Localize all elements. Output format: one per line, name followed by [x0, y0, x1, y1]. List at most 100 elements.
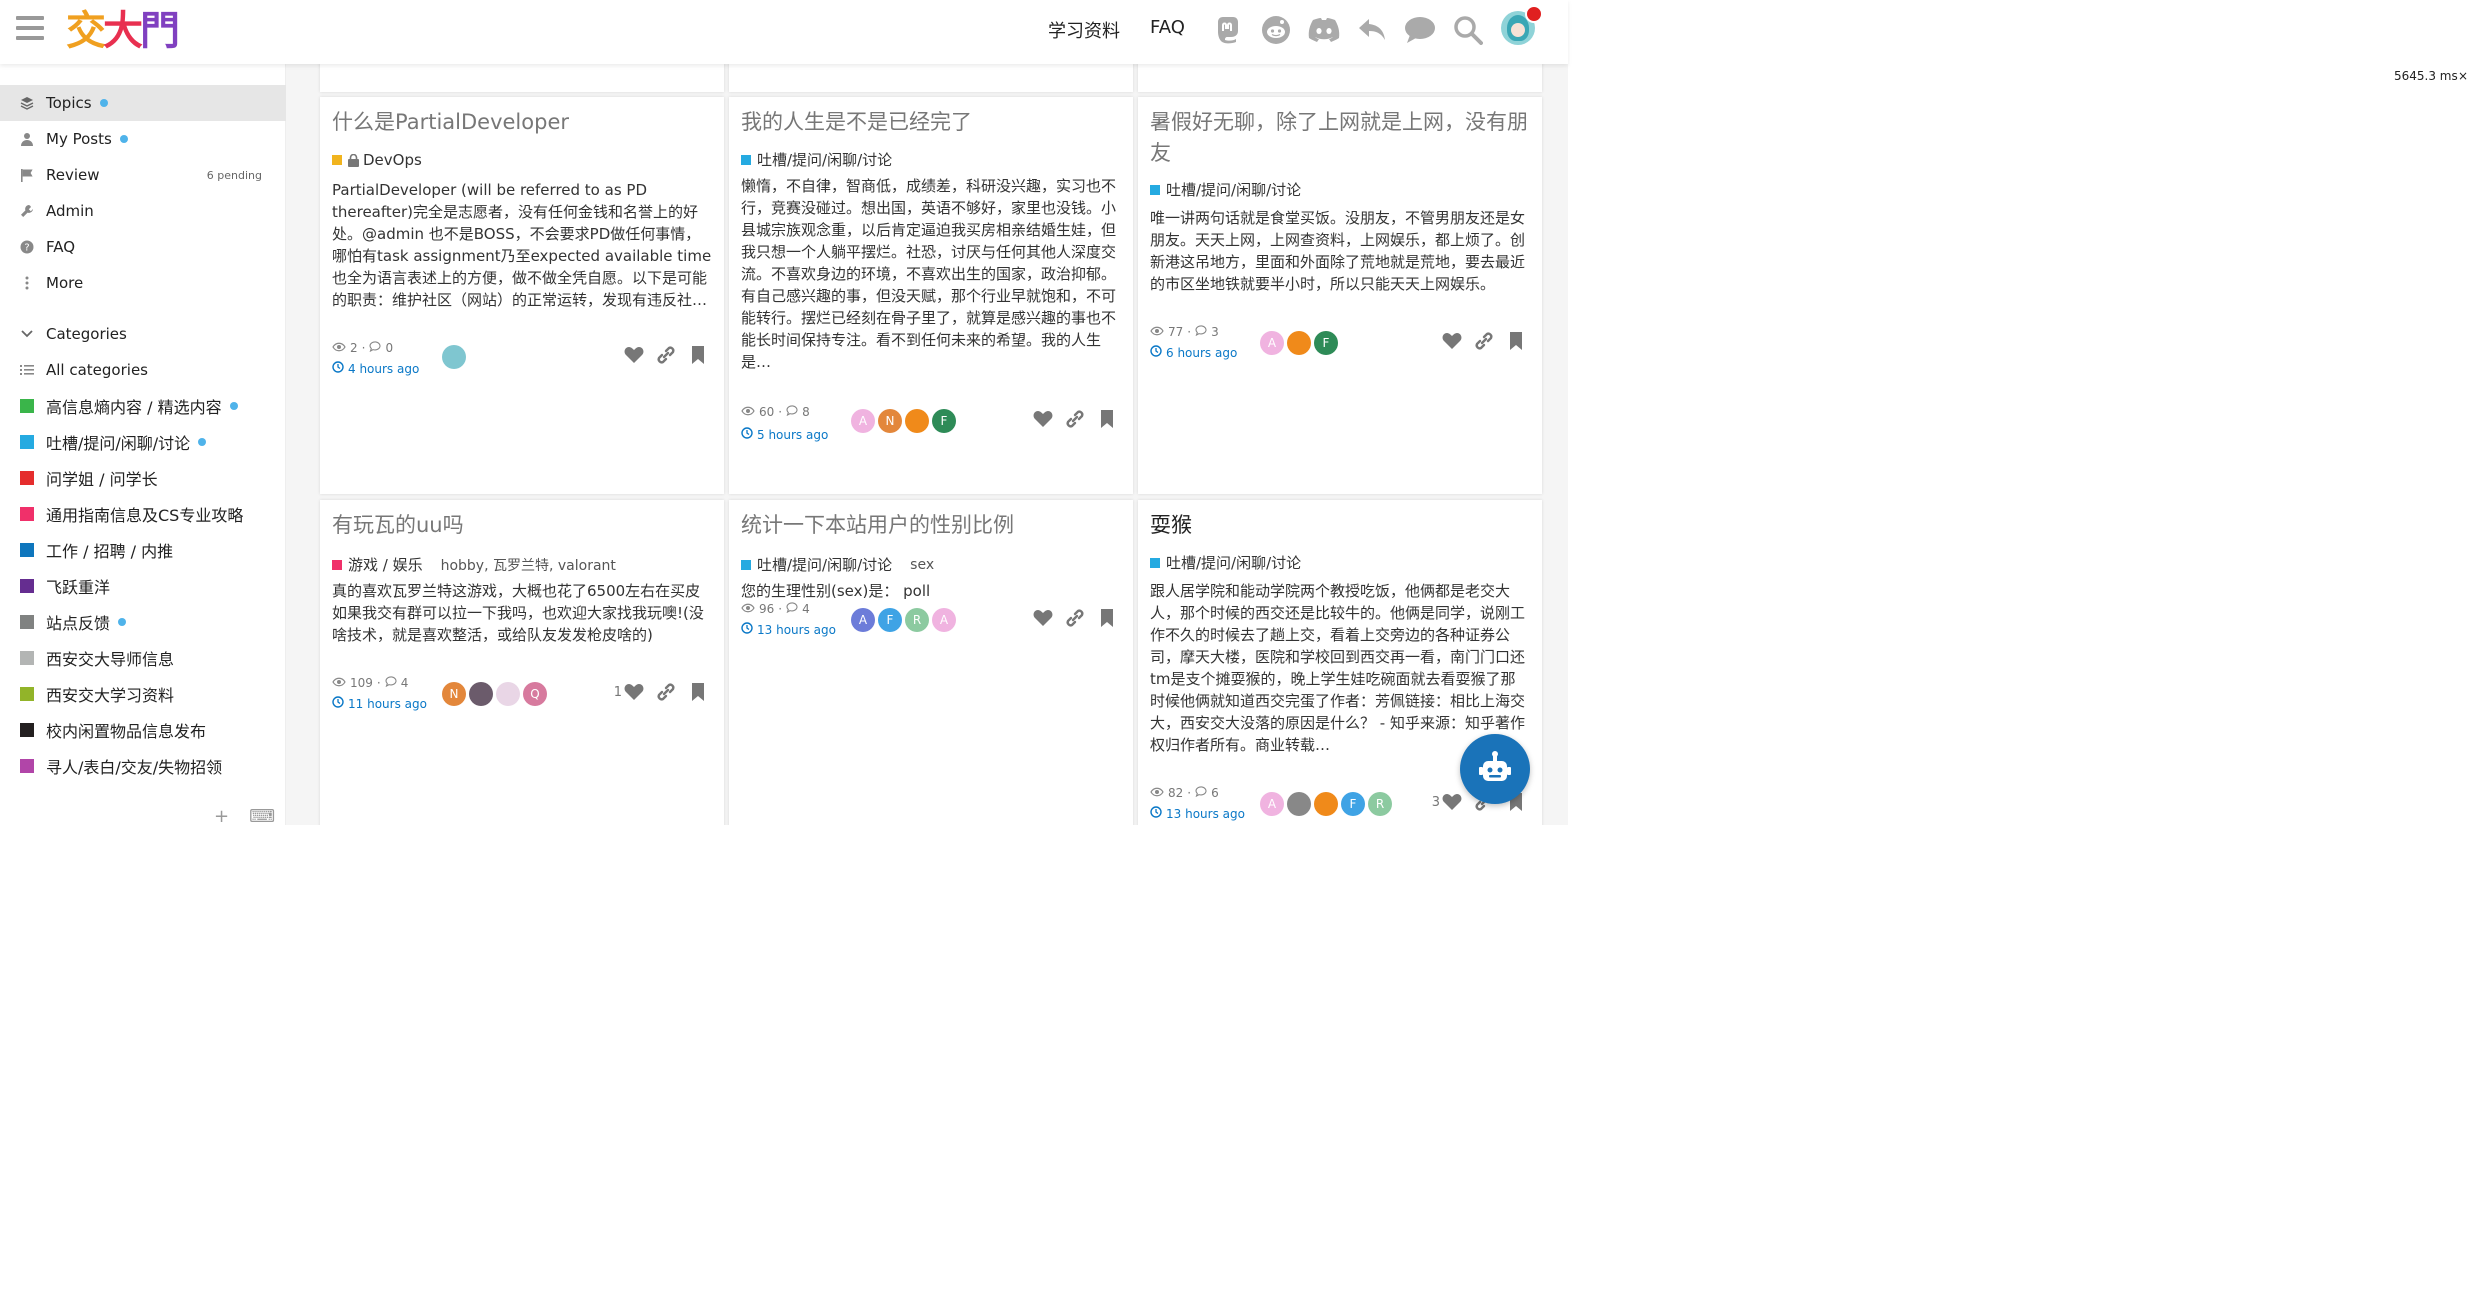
avatar[interactable] [1314, 792, 1338, 816]
topic-card[interactable]: 什么是PartialDeveloper DevOps PartialDevelope… [320, 97, 724, 494]
discord-icon[interactable] [1306, 12, 1342, 48]
link-icon[interactable] [1065, 409, 1085, 429]
avatar[interactable] [905, 409, 929, 433]
heart-icon[interactable] [1442, 792, 1462, 812]
reply-icon[interactable] [1354, 12, 1390, 48]
topic-tags[interactable]: hobby, 瓦罗兰特, valorant [441, 555, 616, 575]
nav-link-study-materials[interactable]: 学习资料 [1048, 17, 1120, 43]
avatar[interactable] [1287, 792, 1311, 816]
topic-time[interactable]: 13 hours ago [741, 622, 836, 637]
site-logo[interactable]: 交大門 [66, 6, 180, 56]
topic-category[interactable]: 吐槽/提问/闲聊/讨论 sex [741, 554, 934, 575]
like-button[interactable] [1031, 608, 1053, 628]
like-button[interactable]: 1 [614, 682, 644, 702]
sidebar-category[interactable]: 高信息熵内容 / 精选内容 [0, 388, 286, 424]
categories-heading[interactable]: Categories [0, 316, 286, 352]
bookmark-icon[interactable] [688, 682, 708, 702]
topic-time[interactable]: 13 hours ago [1150, 806, 1245, 821]
link-icon[interactable] [656, 345, 676, 365]
sidebar-category[interactable]: 问学姐 / 问学长 [0, 460, 286, 496]
sidebar-category[interactable]: 寻人/表白/交友/失物招领 [0, 748, 286, 784]
bookmark-icon[interactable] [688, 345, 708, 365]
bookmark-icon[interactable] [1097, 608, 1117, 628]
sidebar-category[interactable]: 西安交大学习资料 [0, 676, 286, 712]
avatar[interactable]: N [878, 409, 902, 433]
avatar[interactable] [496, 682, 520, 706]
avatar[interactable] [469, 682, 493, 706]
avatar[interactable] [1500, 5, 1543, 46]
avatar[interactable]: R [1368, 792, 1392, 816]
topic-card[interactable]: 统计一下本站用户的性别比例 吐槽/提问/闲聊/讨论 sex 您的生理性别(sex)是：… [729, 500, 1133, 825]
heart-icon[interactable] [1033, 409, 1053, 429]
mastodon-icon[interactable] [1210, 12, 1246, 48]
topic-title[interactable]: 有玩瓦的uu吗 [332, 510, 710, 541]
topic-category[interactable]: 吐槽/提问/闲聊/讨论 [1150, 552, 1301, 573]
topic-title[interactable]: 我的人生是不是已经完了 [741, 107, 1119, 138]
avatar[interactable]: A [851, 409, 875, 433]
link-icon[interactable] [656, 682, 676, 702]
like-button[interactable] [1440, 331, 1462, 351]
like-button[interactable]: 3 [1432, 792, 1462, 812]
like-button[interactable] [622, 345, 644, 365]
topic-category[interactable]: 吐槽/提问/闲聊/讨论 [1150, 179, 1301, 200]
topic-card[interactable]: 暑假好无聊，除了上网就是上网，没有朋友 吐槽/提问/闲聊/讨论 唯一讲两句话就是食堂… [1138, 97, 1542, 494]
sidebar-item-topics[interactable]: Topics [0, 85, 286, 121]
hamburger-menu-icon[interactable] [16, 16, 44, 40]
sidebar-item-all-categories[interactable]: All categories [0, 352, 286, 388]
link-icon[interactable] [1065, 608, 1085, 628]
heart-icon[interactable] [1033, 608, 1053, 628]
sidebar-category[interactable]: 工作 / 招聘 / 内推 [0, 532, 286, 568]
avatar[interactable]: F [1314, 331, 1338, 355]
nav-link-faq[interactable]: FAQ [1150, 17, 1185, 38]
sidebar-item-more[interactable]: More [0, 265, 286, 301]
heart-icon[interactable] [624, 345, 644, 365]
topic-title[interactable]: 耍猴 [1150, 510, 1528, 541]
link-icon[interactable] [1474, 331, 1494, 351]
heart-icon[interactable] [1442, 331, 1462, 351]
bookmark-icon[interactable] [1506, 331, 1526, 351]
bookmark-icon[interactable] [1097, 409, 1117, 429]
sidebar-item-admin[interactable]: Admin [0, 193, 286, 229]
topic-category[interactable]: 吐槽/提问/闲聊/讨论 [741, 149, 892, 170]
chat-icon[interactable] [1402, 12, 1438, 48]
sidebar-category[interactable]: 校内闲置物品信息发布 [0, 712, 286, 748]
avatar[interactable]: A [1260, 792, 1284, 816]
avatar[interactable] [442, 345, 466, 369]
avatar[interactable]: R [905, 608, 929, 632]
keyboard-icon[interactable]: ⌨ [249, 806, 275, 827]
topic-time[interactable]: 4 hours ago [332, 361, 419, 376]
sidebar-item-my-posts[interactable]: My Posts [0, 121, 286, 157]
reddit-icon[interactable] [1258, 12, 1294, 48]
topic-title[interactable]: 暑假好无聊，除了上网就是上网，没有朋友 [1150, 107, 1528, 169]
topic-time[interactable]: 11 hours ago [332, 696, 427, 711]
avatar[interactable]: A [932, 608, 956, 632]
avatar[interactable]: F [932, 409, 956, 433]
like-button[interactable] [1031, 409, 1053, 429]
heart-icon[interactable] [624, 682, 644, 702]
sidebar-category[interactable]: 通用指南信息及CS专业攻略 [0, 496, 286, 532]
sidebar-item-faq[interactable]: ? FAQ [0, 229, 286, 265]
sidebar-category[interactable]: 吐槽/提问/闲聊/讨论 [0, 424, 286, 460]
topic-card[interactable]: 有玩瓦的uu吗 游戏 / 娱乐 hobby, 瓦罗兰特, valorant 真的喜欢瓦… [320, 500, 724, 825]
avatar[interactable]: F [878, 608, 902, 632]
sidebar-category[interactable]: 飞跃重洋 [0, 568, 286, 604]
avatar[interactable]: N [442, 682, 466, 706]
topic-title[interactable]: 统计一下本站用户的性别比例 [741, 510, 1119, 541]
sidebar-category[interactable]: 站点反馈 [0, 604, 286, 640]
avatar[interactable]: A [1260, 331, 1284, 355]
avatar[interactable]: A [851, 608, 875, 632]
timer-close-icon[interactable]: × [2458, 69, 2468, 83]
avatar[interactable] [1287, 331, 1311, 355]
topic-card[interactable]: 我的人生是不是已经完了 吐槽/提问/闲聊/讨论 懒惰，不自律，智商低，成绩差，科研没… [729, 97, 1133, 494]
topic-category[interactable]: 游戏 / 娱乐 hobby, 瓦罗兰特, valorant [332, 554, 616, 575]
topic-time[interactable]: 5 hours ago [741, 427, 828, 442]
search-icon[interactable] [1450, 12, 1486, 48]
chat-bot-button[interactable] [1460, 734, 1530, 804]
avatar[interactable]: Q [523, 682, 547, 706]
sidebar-category[interactable]: 西安交大导师信息 [0, 640, 286, 676]
topic-tags[interactable]: sex [910, 557, 934, 573]
sidebar-item-review[interactable]: Review 6 pending [0, 157, 286, 193]
topic-category[interactable]: DevOps [332, 151, 422, 169]
topic-time[interactable]: 6 hours ago [1150, 345, 1237, 360]
avatar[interactable]: F [1341, 792, 1365, 816]
